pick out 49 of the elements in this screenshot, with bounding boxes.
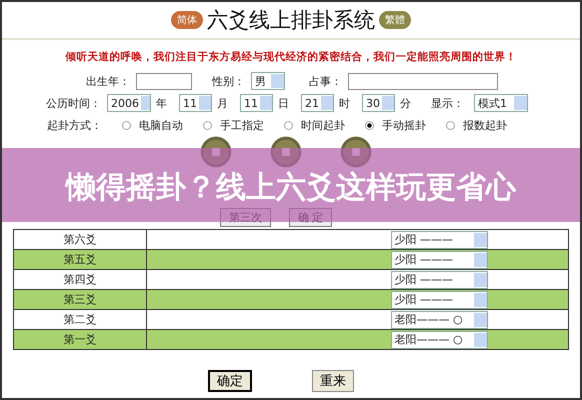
radio-button[interactable] [122, 120, 131, 130]
radio-button[interactable] [446, 120, 455, 130]
form-button[interactable]: 确定 [208, 370, 252, 392]
date-select[interactable]: 30 [362, 94, 395, 112]
radio-button[interactable] [365, 120, 374, 130]
matter-field[interactable] [348, 72, 498, 90]
radio-button[interactable] [203, 120, 212, 130]
date-select[interactable]: 21 [301, 94, 334, 112]
birth-year-field[interactable] [136, 72, 192, 90]
line-label: 第三爻 [64, 293, 96, 306]
field-label: 显示： [431, 96, 464, 110]
unit-label: 分 [400, 96, 411, 110]
line-select[interactable]: 少阳 ——— [390, 250, 488, 268]
unit-label: 时 [339, 96, 350, 110]
line-select[interactable]: 老阳——— ○ [390, 310, 488, 328]
slogan-text: 倾听天道的呼唤，我们注目于东方易经与现代经济的紧密结合，我们一定能照亮周围的世界！ [64, 50, 518, 64]
language-link[interactable]: 简体 [171, 11, 203, 29]
unit-label: 月 [217, 96, 228, 110]
line-label: 第五爻 [64, 253, 96, 266]
radio-label[interactable]: 电脑自动 [139, 118, 183, 132]
line-select[interactable]: 少阳 ——— [390, 230, 488, 248]
line-select[interactable]: 少阳 ——— [390, 290, 488, 308]
line-label: 第六爻 [64, 233, 96, 246]
field-label: 出生年： [86, 74, 130, 88]
line-label: 第二爻 [64, 313, 96, 326]
page-title: 六爻线上排卦系统 [207, 7, 375, 34]
radio-button[interactable] [284, 120, 293, 130]
gender-select[interactable]: 男 [251, 72, 285, 90]
radio-label[interactable]: 报数起卦 [463, 118, 507, 132]
date-select[interactable]: 11 [240, 94, 273, 112]
field-label: 起卦方式： [47, 118, 102, 132]
language-link[interactable]: 繁體 [379, 11, 411, 29]
line-label: 第一爻 [64, 333, 96, 346]
display-select[interactable]: 模式1 [474, 94, 528, 112]
unit-label: 日 [278, 96, 289, 110]
form-button[interactable]: 重来 [312, 370, 354, 392]
radio-label[interactable]: 手动摇卦 [382, 118, 426, 132]
line-select[interactable]: 老阳——— ○ [390, 330, 488, 348]
field-label: 性别： [212, 74, 245, 88]
field-label: 公历时间： [46, 96, 101, 110]
date-select[interactable]: 11 [179, 94, 212, 112]
line-label: 第四爻 [64, 273, 96, 286]
line-select[interactable]: 少阳 ——— [390, 270, 488, 288]
unit-label: 年 [156, 96, 167, 110]
radio-label[interactable]: 手工指定 [220, 118, 264, 132]
field-label: 占事： [309, 74, 342, 88]
date-select[interactable]: 2006 [107, 94, 151, 112]
radio-label[interactable]: 时间起卦 [301, 118, 345, 132]
banner-title: 懒得摇卦？线上六爻这样玩更省心 [64, 170, 518, 206]
